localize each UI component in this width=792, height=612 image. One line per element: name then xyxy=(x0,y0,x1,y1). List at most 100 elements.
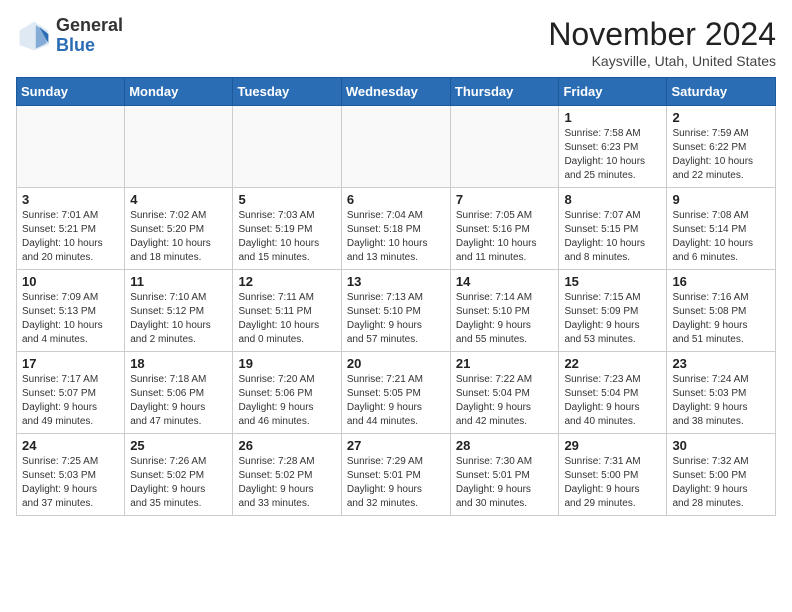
day-of-week-header: Sunday xyxy=(17,78,125,106)
day-info: Sunrise: 7:13 AMSunset: 5:10 PMDaylight:… xyxy=(347,291,445,347)
day-number: 16 xyxy=(672,274,770,289)
calendar-day-cell: 25 Sunrise: 7:26 AMSunset: 5:02 PMDayligh… xyxy=(125,434,233,516)
day-number: 28 xyxy=(456,438,554,453)
calendar-day-cell: 4 Sunrise: 7:02 AMSunset: 5:20 PMDaylight… xyxy=(125,188,233,270)
calendar-day-cell: 15Sunrise: 7:15 AMSunset: 5:09 PMDayligh… xyxy=(559,270,667,352)
logo: General Blue xyxy=(16,16,123,56)
day-number: 18 xyxy=(130,356,227,371)
calendar-table: SundayMondayTuesdayWednesdayThursdayFrid… xyxy=(16,77,776,516)
day-info: Sunrise: 7:09 AMSunset: 5:13 PMDaylight:… xyxy=(22,291,119,347)
calendar-day-cell xyxy=(233,106,341,188)
day-number: 1 xyxy=(564,110,661,125)
day-of-week-header: Monday xyxy=(125,78,233,106)
day-info: Sunrise: 7:32 AMSunset: 5:00 PMDaylight:… xyxy=(672,455,770,511)
calendar-day-cell: 8Sunrise: 7:07 AMSunset: 5:15 PMDaylight… xyxy=(559,188,667,270)
calendar-week-row: 17 Sunrise: 7:17 AMSunset: 5:07 PMDayligh… xyxy=(17,352,776,434)
day-number: 2 xyxy=(672,110,770,125)
day-info: Sunrise: 7:26 AMSunset: 5:02 PMDaylight:… xyxy=(130,455,227,511)
calendar-week-row: 3 Sunrise: 7:01 AMSunset: 5:21 PMDaylight… xyxy=(17,188,776,270)
day-info: Sunrise: 7:18 AMSunset: 5:06 PMDaylight:… xyxy=(130,373,227,429)
day-number: 24 xyxy=(22,438,119,453)
day-info: Sunrise: 7:05 AMSunset: 5:16 PMDaylight:… xyxy=(456,209,554,265)
day-number: 4 xyxy=(130,192,227,207)
day-of-week-header: Saturday xyxy=(667,78,776,106)
calendar-day-cell: 12 Sunrise: 7:11 AMSunset: 5:11 PMDayligh… xyxy=(233,270,341,352)
calendar-day-cell: 18 Sunrise: 7:18 AMSunset: 5:06 PMDayligh… xyxy=(125,352,233,434)
day-info: Sunrise: 7:28 AMSunset: 5:02 PMDaylight:… xyxy=(238,455,335,511)
day-info: Sunrise: 7:01 AMSunset: 5:21 PMDaylight:… xyxy=(22,209,119,265)
day-info: Sunrise: 7:30 AMSunset: 5:01 PMDaylight:… xyxy=(456,455,554,511)
day-of-week-header: Tuesday xyxy=(233,78,341,106)
calendar-header-row: SundayMondayTuesdayWednesdayThursdayFrid… xyxy=(17,78,776,106)
calendar-week-row: 1 Sunrise: 7:58 AMSunset: 6:23 PMDaylight… xyxy=(17,106,776,188)
calendar-day-cell: 16 Sunrise: 7:16 AMSunset: 5:08 PMDayligh… xyxy=(667,270,776,352)
day-info: Sunrise: 7:07 AMSunset: 5:15 PMDaylight:… xyxy=(564,209,661,265)
calendar-day-cell: 6Sunrise: 7:04 AMSunset: 5:18 PMDaylight… xyxy=(341,188,450,270)
day-info: Sunrise: 7:23 AMSunset: 5:04 PMDaylight:… xyxy=(564,373,661,429)
day-info: Sunrise: 7:16 AMSunset: 5:08 PMDaylight:… xyxy=(672,291,770,347)
calendar-day-cell: 21Sunrise: 7:22 AMSunset: 5:04 PMDayligh… xyxy=(450,352,559,434)
day-info: Sunrise: 7:11 AMSunset: 5:11 PMDaylight:… xyxy=(238,291,335,347)
calendar-day-cell: 9 Sunrise: 7:08 AMSunset: 5:14 PMDaylight… xyxy=(667,188,776,270)
calendar-day-cell xyxy=(125,106,233,188)
calendar-day-cell: 28 Sunrise: 7:30 AMSunset: 5:01 PMDayligh… xyxy=(450,434,559,516)
calendar-day-cell: 13 Sunrise: 7:13 AMSunset: 5:10 PMDayligh… xyxy=(341,270,450,352)
day-number: 19 xyxy=(238,356,335,371)
day-number: 23 xyxy=(672,356,770,371)
day-info: Sunrise: 7:58 AMSunset: 6:23 PMDaylight:… xyxy=(564,127,661,183)
page-header: General Blue November 2024 Kaysville, Ut… xyxy=(16,16,776,69)
calendar-day-cell: 1 Sunrise: 7:58 AMSunset: 6:23 PMDaylight… xyxy=(559,106,667,188)
day-number: 21 xyxy=(456,356,554,371)
calendar-day-cell xyxy=(450,106,559,188)
location: Kaysville, Utah, United States xyxy=(548,53,776,69)
calendar-week-row: 24 Sunrise: 7:25 AMSunset: 5:03 PMDayligh… xyxy=(17,434,776,516)
day-number: 9 xyxy=(672,192,770,207)
day-info: Sunrise: 7:20 AMSunset: 5:06 PMDaylight:… xyxy=(238,373,335,429)
day-info: Sunrise: 7:08 AMSunset: 5:14 PMDaylight:… xyxy=(672,209,770,265)
day-of-week-header: Wednesday xyxy=(341,78,450,106)
calendar-day-cell: 23 Sunrise: 7:24 AMSunset: 5:03 PMDayligh… xyxy=(667,352,776,434)
calendar-day-cell: 7 Sunrise: 7:05 AMSunset: 5:16 PMDaylight… xyxy=(450,188,559,270)
calendar-day-cell: 29 Sunrise: 7:31 AMSunset: 5:00 PMDayligh… xyxy=(559,434,667,516)
day-number: 14 xyxy=(456,274,554,289)
day-info: Sunrise: 7:25 AMSunset: 5:03 PMDaylight:… xyxy=(22,455,119,511)
calendar-day-cell: 27Sunrise: 7:29 AMSunset: 5:01 PMDayligh… xyxy=(341,434,450,516)
day-number: 29 xyxy=(564,438,661,453)
calendar-day-cell xyxy=(17,106,125,188)
day-number: 27 xyxy=(347,438,445,453)
calendar-day-cell: 26Sunrise: 7:28 AMSunset: 5:02 PMDayligh… xyxy=(233,434,341,516)
calendar-day-cell: 3 Sunrise: 7:01 AMSunset: 5:21 PMDaylight… xyxy=(17,188,125,270)
calendar-day-cell: 20 Sunrise: 7:21 AMSunset: 5:05 PMDayligh… xyxy=(341,352,450,434)
day-info: Sunrise: 7:15 AMSunset: 5:09 PMDaylight:… xyxy=(564,291,661,347)
day-number: 20 xyxy=(347,356,445,371)
calendar-day-cell: 2 Sunrise: 7:59 AMSunset: 6:22 PMDaylight… xyxy=(667,106,776,188)
day-number: 25 xyxy=(130,438,227,453)
month-title: November 2024 xyxy=(548,16,776,53)
day-number: 11 xyxy=(130,274,227,289)
calendar-day-cell: 22Sunrise: 7:23 AMSunset: 5:04 PMDayligh… xyxy=(559,352,667,434)
day-info: Sunrise: 7:59 AMSunset: 6:22 PMDaylight:… xyxy=(672,127,770,183)
calendar-day-cell xyxy=(341,106,450,188)
day-number: 3 xyxy=(22,192,119,207)
calendar-day-cell: 11 Sunrise: 7:10 AMSunset: 5:12 PMDayligh… xyxy=(125,270,233,352)
day-number: 13 xyxy=(347,274,445,289)
day-info: Sunrise: 7:24 AMSunset: 5:03 PMDaylight:… xyxy=(672,373,770,429)
title-block: November 2024 Kaysville, Utah, United St… xyxy=(548,16,776,69)
day-info: Sunrise: 7:10 AMSunset: 5:12 PMDaylight:… xyxy=(130,291,227,347)
day-info: Sunrise: 7:03 AMSunset: 5:19 PMDaylight:… xyxy=(238,209,335,265)
logo-text: General Blue xyxy=(56,16,123,56)
day-info: Sunrise: 7:14 AMSunset: 5:10 PMDaylight:… xyxy=(456,291,554,347)
calendar-day-cell: 19 Sunrise: 7:20 AMSunset: 5:06 PMDayligh… xyxy=(233,352,341,434)
day-info: Sunrise: 7:31 AMSunset: 5:00 PMDaylight:… xyxy=(564,455,661,511)
day-info: Sunrise: 7:02 AMSunset: 5:20 PMDaylight:… xyxy=(130,209,227,265)
day-info: Sunrise: 7:21 AMSunset: 5:05 PMDaylight:… xyxy=(347,373,445,429)
day-number: 17 xyxy=(22,356,119,371)
day-number: 10 xyxy=(22,274,119,289)
day-number: 12 xyxy=(238,274,335,289)
calendar-day-cell: 5Sunrise: 7:03 AMSunset: 5:19 PMDaylight… xyxy=(233,188,341,270)
day-info: Sunrise: 7:17 AMSunset: 5:07 PMDaylight:… xyxy=(22,373,119,429)
day-number: 7 xyxy=(456,192,554,207)
calendar-day-cell: 14 Sunrise: 7:14 AMSunset: 5:10 PMDayligh… xyxy=(450,270,559,352)
calendar-day-cell: 24 Sunrise: 7:25 AMSunset: 5:03 PMDayligh… xyxy=(17,434,125,516)
calendar-day-cell: 10 Sunrise: 7:09 AMSunset: 5:13 PMDayligh… xyxy=(17,270,125,352)
